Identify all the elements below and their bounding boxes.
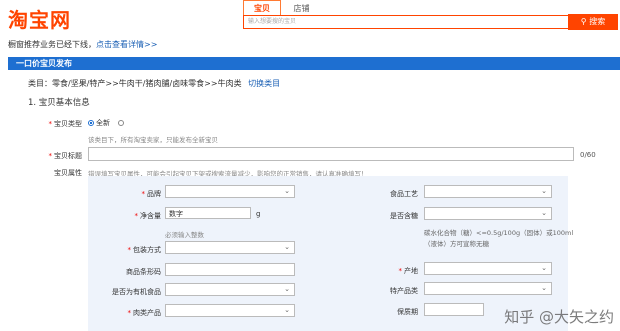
food-process-label: 食品工艺 (390, 190, 418, 198)
chevron-down-icon: ⌄ (284, 243, 290, 251)
item-attributes-label: 宝贝属性 (54, 169, 82, 177)
search-icon: ⚲ (580, 17, 587, 26)
meat-product-label: * 肉类产品 (127, 309, 162, 317)
switch-category-link[interactable]: 切换类目 (248, 79, 280, 88)
radio-new-label: 全新 (96, 119, 110, 127)
organic-select[interactable]: ⌄ (165, 283, 295, 296)
page-title-bar: 一口价宝贝发布 (8, 57, 620, 70)
search-input[interactable]: 输入想要搜的宝贝 (243, 15, 577, 29)
search-button[interactable]: ⚲ 搜索 (568, 14, 618, 30)
item-title-input[interactable] (88, 147, 574, 161)
brand-label: * 品牌 (141, 190, 162, 198)
organic-label: 是否为有机食品 (112, 288, 161, 296)
sugar-select[interactable]: ⌄ (424, 207, 552, 220)
sugar-hint: 碳水化合物（糖）<=0.5g/100g（固体）或100ml（液体）方可宣称无糖 (424, 229, 574, 248)
specialty-label: 特产品类 (390, 287, 418, 295)
section-heading: 1. 宝贝基本信息 (28, 98, 90, 108)
food-process-select[interactable]: ⌄ (424, 185, 552, 198)
chevron-down-icon: ⌄ (541, 187, 547, 195)
item-title-label: * 宝贝标题 (48, 152, 83, 160)
shelf-life-label: 保质期 (397, 308, 418, 316)
chevron-down-icon: ⌄ (284, 187, 290, 195)
radio-new[interactable] (88, 120, 94, 126)
notice-banner: 橱窗推荐业务已经下线，点击查看详情>> (8, 39, 157, 50)
page-title: 一口价宝贝发布 (16, 59, 72, 68)
search-tabs: 宝贝 店铺 (243, 0, 320, 16)
net-content-unit: g (256, 210, 261, 218)
net-content-input[interactable]: 数字 (165, 207, 251, 219)
packaging-select[interactable]: ⌄ (165, 241, 295, 254)
title-char-counter: 0/60 (580, 151, 596, 159)
meat-product-select[interactable]: ⌄ (165, 304, 295, 317)
category-path: 类目：零食/坚果/特产>>牛肉干/猪肉脯/卤味零食>>牛肉类 (28, 79, 242, 88)
radio-other[interactable] (118, 120, 125, 126)
net-content-hint: 必须输入整数 (165, 231, 204, 239)
notice-text: 橱窗推荐业务已经下线， (8, 40, 96, 49)
tab-shops[interactable]: 店铺 (284, 1, 320, 16)
item-type-label: * 宝贝类型 (48, 120, 83, 128)
chevron-down-icon: ⌄ (541, 209, 547, 217)
net-content-label: * 净含量 (134, 212, 162, 220)
origin-select[interactable]: ⌄ (424, 262, 552, 275)
taobao-logo: 淘宝网 (8, 8, 71, 32)
search-button-label: 搜索 (589, 17, 606, 26)
origin-label: * 产地 (398, 267, 419, 275)
notice-details-link[interactable]: 点击查看详情>> (96, 40, 157, 49)
barcode-input[interactable] (165, 263, 295, 276)
specialty-select[interactable]: ⌄ (424, 282, 552, 295)
brand-select[interactable]: ⌄ (165, 185, 295, 198)
chevron-down-icon: ⌄ (284, 285, 290, 293)
item-type-hint: 该类目下，所有淘宝卖家，只能发布全新宝贝 (88, 136, 218, 144)
tab-items[interactable]: 宝贝 (243, 0, 281, 16)
chevron-down-icon: ⌄ (284, 306, 290, 314)
watermark: 知乎 @大矢之约 (504, 308, 614, 326)
chevron-down-icon: ⌄ (541, 264, 547, 272)
category-breadcrumb: 类目：零食/坚果/特产>>牛肉干/猪肉脯/卤味零食>>牛肉类 切换类目 (28, 78, 280, 89)
barcode-label: 商品条形码 (126, 268, 161, 276)
chevron-down-icon: ⌄ (541, 284, 547, 292)
sugar-label: 是否含糖 (390, 212, 418, 220)
packaging-label: * 包装方式 (127, 246, 162, 254)
shelf-life-input[interactable] (424, 303, 484, 316)
item-type-radio-group: 全新 (88, 118, 126, 128)
